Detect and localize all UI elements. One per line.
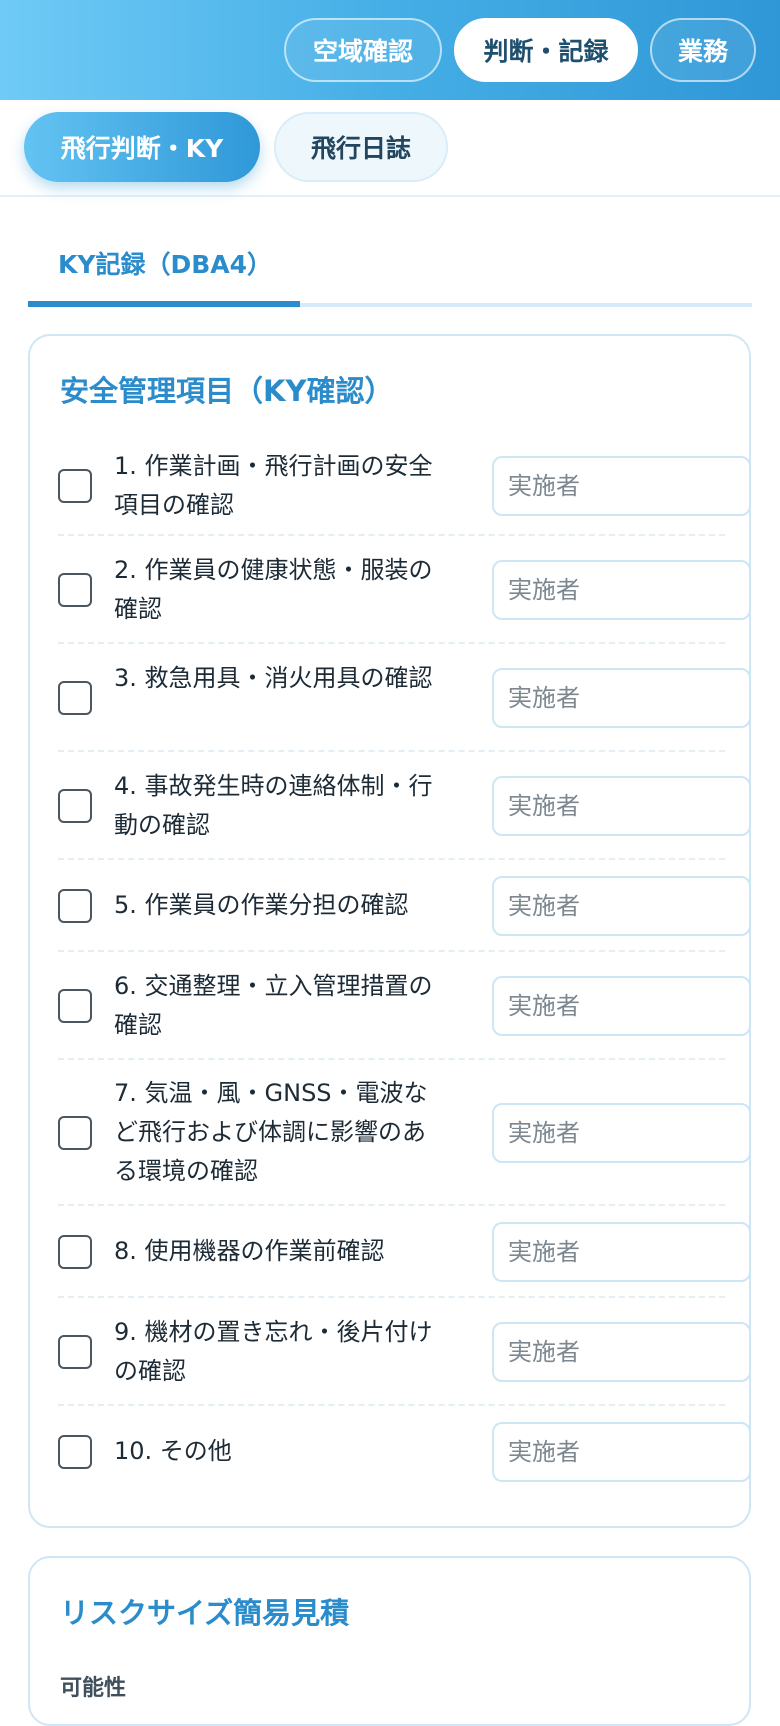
checklist-row: 8. 使用機器の作業前確認 <box>58 1206 751 1298</box>
performer-input[interactable] <box>492 1222 751 1282</box>
checklist-row: 4. 事故発生時の連絡体制・行動の確認 <box>58 752 751 860</box>
checklist-item-label: 2. 作業員の健康状態・服装の確認 <box>114 556 433 623</box>
checklist-checkbox[interactable] <box>58 573 92 607</box>
checklist-checkbox[interactable] <box>58 789 92 823</box>
checklist-item-label: 6. 交通整理・立入管理措置の確認 <box>114 972 433 1039</box>
checklist-row: 2. 作業員の健康状態・服装の確認 <box>58 536 751 644</box>
nav-airspace-check-button[interactable]: 空域確認 <box>284 18 442 82</box>
tab-active-indicator <box>28 301 300 307</box>
risk-card-title: リスクサイズ簡易見積 <box>60 1596 350 1630</box>
subnav-flight-judgment-ky-button[interactable]: 飛行判断・KY <box>24 112 260 182</box>
checklist-row: 6. 交通整理・立入管理措置の確認 <box>58 952 751 1060</box>
checklist-item-label: 1. 作業計画・飛行計画の安全項目の確認 <box>114 452 433 519</box>
checklist-row: 3. 救急用具・消火用具の確認 <box>58 644 751 752</box>
performer-input[interactable] <box>492 1422 751 1482</box>
safety-management-card: 安全管理項目（KY確認） 1. 作業計画・飛行計画の安全項目の確認 2. 作業員… <box>28 334 751 1528</box>
subnav-flight-log-button[interactable]: 飛行日誌 <box>274 112 448 182</box>
nav-business-button[interactable]: 業務 <box>650 18 756 82</box>
checklist-checkbox[interactable] <box>58 681 92 715</box>
checklist-checkbox[interactable] <box>58 889 92 923</box>
checklist-item-label: 7. 気温・風・GNSS・電波など飛行および体調に影響のある環境の確認 <box>114 1079 428 1185</box>
checklist-row: 7. 気温・風・GNSS・電波など飛行および体調に影響のある環境の確認 <box>58 1060 751 1206</box>
checklist-item-label: 8. 使用機器の作業前確認 <box>114 1237 385 1265</box>
tab-bar: KY記録（DBA4） <box>28 225 752 307</box>
safety-card-title: 安全管理項目（KY確認） <box>60 374 394 408</box>
tab-ky-record[interactable]: KY記録（DBA4） <box>58 245 272 281</box>
performer-input[interactable] <box>492 1103 751 1163</box>
checklist-item-label: 10. その他 <box>114 1437 232 1465</box>
performer-input[interactable] <box>492 776 751 836</box>
checklist-checkbox[interactable] <box>58 1235 92 1269</box>
checklist-row: 10. その他 <box>58 1406 751 1498</box>
performer-input[interactable] <box>492 456 751 516</box>
checklist-row: 1. 作業計画・飛行計画の安全項目の確認 <box>58 436 751 536</box>
nav-judgment-record-button[interactable]: 判断・記録 <box>454 18 638 82</box>
checklist-item-label: 5. 作業員の作業分担の確認 <box>114 891 409 919</box>
performer-input[interactable] <box>492 976 751 1036</box>
checklist-item-label: 9. 機材の置き忘れ・後片付けの確認 <box>114 1318 433 1385</box>
likelihood-label: 可能性 <box>60 1676 127 1701</box>
checklist-item-label: 3. 救急用具・消火用具の確認 <box>114 664 433 692</box>
performer-input[interactable] <box>492 876 751 936</box>
checklist-row: 5. 作業員の作業分担の確認 <box>58 860 751 952</box>
checklist-checkbox[interactable] <box>58 989 92 1023</box>
risk-size-estimate-card: リスクサイズ簡易見積 可能性 <box>28 1556 751 1726</box>
performer-input[interactable] <box>492 1322 751 1382</box>
checklist-row: 9. 機材の置き忘れ・後片付けの確認 <box>58 1298 751 1406</box>
checklist-checkbox[interactable] <box>58 469 92 503</box>
checklist-checkbox[interactable] <box>58 1435 92 1469</box>
top-header: 空域確認 判断・記録 業務 <box>0 0 780 100</box>
checklist-item-label: 4. 事故発生時の連絡体制・行動の確認 <box>114 772 433 839</box>
checklist-checkbox[interactable] <box>58 1116 92 1150</box>
sub-navigation: 飛行判断・KY 飛行日誌 <box>0 100 780 197</box>
checklist-checkbox[interactable] <box>58 1335 92 1369</box>
performer-input[interactable] <box>492 668 751 728</box>
performer-input[interactable] <box>492 560 751 620</box>
